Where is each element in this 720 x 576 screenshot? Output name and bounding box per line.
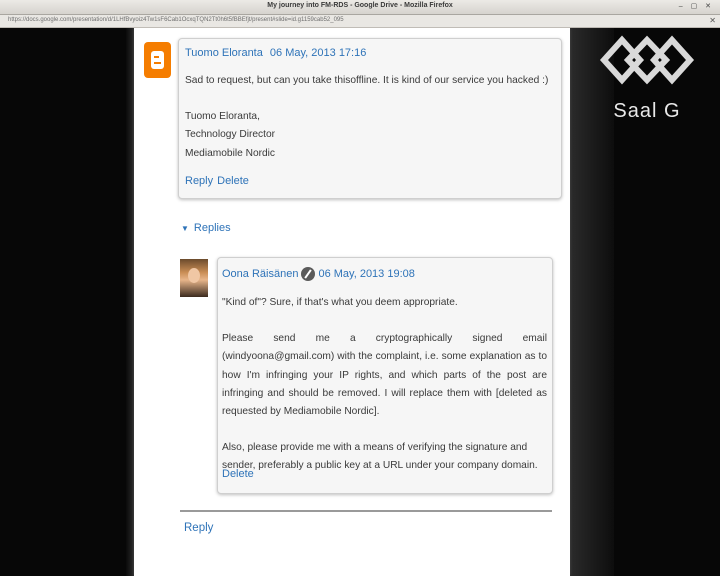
reply-paragraph: Also, please provide me with a means of … — [222, 442, 538, 472]
delete-link[interactable]: Delete — [217, 175, 249, 187]
comment-line: Tuomo Eloranta, — [185, 111, 260, 123]
reply-date[interactable]: 06 May, 2013 19:08 — [318, 268, 414, 280]
comment-line: Sad to request, but can you take thisoff… — [185, 75, 549, 86]
comment-line: Technology Director — [185, 129, 276, 141]
reply-author[interactable]: Oona Räisänen — [222, 268, 298, 280]
reply-body: "Kind of"? Sure, if that's what you deem… — [222, 294, 547, 476]
comment-author[interactable]: Tuomo Eloranta — [185, 47, 263, 59]
avatar[interactable] — [180, 259, 208, 297]
replies-label: Replies — [193, 222, 231, 234]
pencil-icon — [301, 267, 316, 281]
reply-paragraph: "Kind of"? Sure, if that's what you deem… — [222, 297, 458, 308]
delete-link[interactable]: Delete — [222, 468, 254, 480]
comment-body: Sad to request, but can you take thisoff… — [185, 72, 551, 163]
url-text[interactable]: https://docs.google.com/presentation/d/1… — [8, 17, 344, 23]
reply-actions: Delete — [222, 468, 258, 480]
comment-actions: Reply Delete — [185, 175, 253, 187]
reply-paragraph: Please send me a cryptographically signe… — [222, 333, 547, 418]
divider — [180, 510, 552, 512]
comment-header: Tuomo Eloranta 06 May, 2013 17:16 — [185, 47, 366, 59]
blogger-icon — [144, 42, 171, 78]
url-bar[interactable]: https://docs.google.com/presentation/d/1… — [0, 15, 720, 28]
replies-toggle[interactable]: ▼ Replies — [181, 222, 231, 234]
reply-link[interactable]: Reply — [184, 522, 213, 534]
watermark-text: Saal G — [613, 100, 681, 122]
reply-header: Oona Räisänen 06 May, 2013 19:08 — [222, 267, 415, 281]
close-icon[interactable]: ✕ — [709, 16, 716, 25]
triangle-down-icon: ▼ — [181, 224, 189, 233]
window-controls[interactable]: – ▢ ✕ — [679, 2, 714, 10]
page-shadow-left — [126, 28, 134, 576]
reply-link[interactable]: Reply — [185, 175, 213, 187]
comment-date[interactable]: 06 May, 2013 17:16 — [270, 47, 366, 59]
window-title: My journey into FM-RDS - Google Drive - … — [267, 2, 453, 9]
comment-line: Mediamobile Nordic — [185, 147, 276, 159]
window-titlebar: My journey into FM-RDS - Google Drive - … — [0, 0, 720, 15]
logo-icon — [599, 35, 695, 85]
